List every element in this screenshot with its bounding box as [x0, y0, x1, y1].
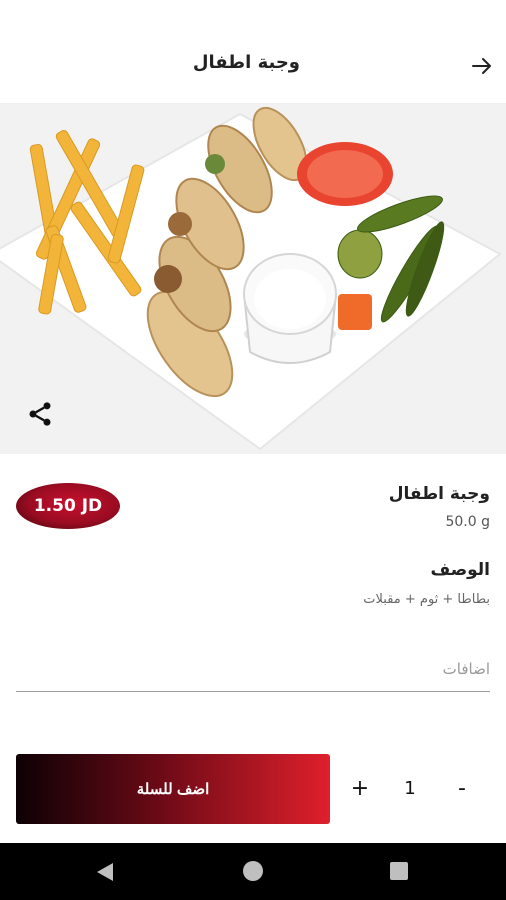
addons-input[interactable]: اضافات [16, 652, 490, 692]
nav-back-icon[interactable] [95, 861, 115, 883]
system-nav-bar [0, 843, 506, 900]
arrow-right-icon[interactable] [470, 54, 494, 78]
page-title: وجبة اطفال [192, 52, 300, 73]
addons-label: اضافات [442, 660, 490, 678]
product-weight: 50.0 g [445, 514, 490, 530]
nav-home-icon[interactable] [243, 861, 263, 881]
product-image [0, 104, 506, 454]
price-badge: 1.50 JD [16, 483, 120, 529]
quantity-increase-button[interactable]: + [348, 776, 372, 804]
product-name: وجبة اطفال [388, 484, 490, 504]
add-to-cart-button[interactable]: اضف للسلة [16, 754, 330, 824]
share-icon[interactable] [26, 400, 54, 428]
food-photo [0, 104, 506, 454]
description-text: بطاطا + ثوم + مقبلات [363, 592, 490, 607]
quantity-value: 1 [404, 778, 416, 799]
quantity-decrease-button[interactable]: - [452, 776, 472, 804]
description-title: الوصف [430, 560, 490, 580]
nav-recents-icon[interactable] [390, 862, 408, 880]
app-bar: وجبة اطفال [0, 0, 506, 104]
